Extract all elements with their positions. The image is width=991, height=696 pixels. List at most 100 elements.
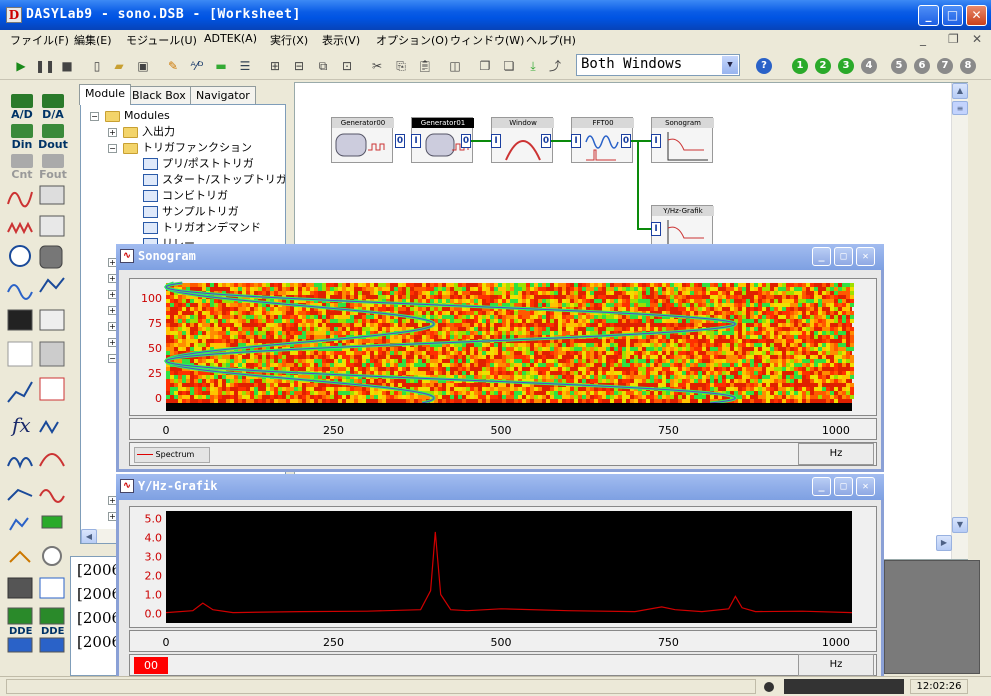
maximize-button[interactable]: □ bbox=[942, 5, 963, 26]
sonogram-minimize-button[interactable]: _ bbox=[812, 247, 831, 266]
tree-item[interactable]: サンプルトリガ bbox=[143, 204, 239, 220]
yhz-maximize-button[interactable]: □ bbox=[834, 477, 853, 496]
layer-3-button[interactable]: 3 bbox=[838, 58, 854, 74]
menu-adtek[interactable]: ADTEK(A) bbox=[204, 32, 257, 45]
port-in[interactable]: I bbox=[571, 134, 581, 148]
palette-dout[interactable]: Dout bbox=[38, 124, 68, 152]
app-icon[interactable]: D bbox=[6, 7, 22, 23]
help-icon[interactable]: ? bbox=[756, 58, 772, 74]
menu-view[interactable]: 表示(V) bbox=[322, 32, 360, 48]
menu-module[interactable]: モジュール(U) bbox=[126, 32, 197, 48]
paste-icon[interactable]: 📋︎ bbox=[416, 57, 434, 75]
grid-icon[interactable]: ⊡ bbox=[338, 57, 356, 75]
window-cascade-icon[interactable]: ❏ bbox=[500, 57, 518, 75]
yhz-minimize-button[interactable]: _ bbox=[812, 477, 831, 496]
palette-icons[interactable]: fx DDE DDE bbox=[6, 182, 68, 672]
layer-1-button[interactable]: 1 bbox=[792, 58, 808, 74]
stop-icon[interactable]: ■ bbox=[58, 57, 76, 75]
menu-edit[interactable]: 編集(E) bbox=[74, 32, 112, 48]
tab-navigator[interactable]: Navigator bbox=[190, 86, 256, 104]
sonogram-cell bbox=[846, 307, 850, 311]
sonogram-cell bbox=[278, 363, 282, 367]
menu-run[interactable]: 実行(X) bbox=[270, 32, 308, 48]
yhz-line-chart[interactable]: 5.04.03.02.01.00.0 bbox=[130, 507, 876, 627]
tree-collapse-toggle[interactable]: − bbox=[108, 144, 117, 153]
port-out[interactable]: 0 bbox=[621, 134, 631, 148]
mdi-restore-button[interactable]: ❐ bbox=[948, 32, 959, 46]
port-out[interactable]: 0 bbox=[395, 134, 405, 148]
play-icon[interactable]: ▶ bbox=[12, 57, 30, 75]
scroll-down-icon[interactable]: ▼ bbox=[952, 517, 968, 533]
tree-collapse-toggle[interactable]: − bbox=[90, 112, 99, 121]
hierarchy-icon[interactable]: ⊟ bbox=[290, 57, 308, 75]
tree-item[interactable]: コンビトリガ bbox=[143, 188, 228, 204]
chevron-down-icon[interactable]: ▼ bbox=[722, 56, 738, 74]
box-icon[interactable]: ◫ bbox=[446, 57, 464, 75]
menu-options[interactable]: オプション(O) bbox=[376, 32, 448, 48]
view-select[interactable]: Both Windows ▼ bbox=[576, 54, 740, 76]
cut-icon[interactable]: ✂ bbox=[368, 57, 386, 75]
port-in[interactable]: I bbox=[491, 134, 501, 148]
layer-8-button[interactable]: 8 bbox=[960, 58, 976, 74]
ad-settings-icon[interactable]: ᴬ⁄ᴰ bbox=[188, 57, 206, 75]
menu-help[interactable]: ヘルプ(H) bbox=[526, 32, 576, 48]
tree-item[interactable]: トリガファンクション bbox=[123, 140, 252, 156]
port-out[interactable]: 0 bbox=[461, 134, 471, 148]
import-icon[interactable]: ⤓ bbox=[524, 57, 542, 75]
layer-7-button[interactable]: 7 bbox=[937, 58, 953, 74]
port-in[interactable]: I bbox=[651, 222, 661, 236]
palette-counter[interactable]: Cnt bbox=[7, 154, 37, 182]
palette-ad[interactable]: A/D bbox=[7, 94, 37, 122]
scroll-left-icon[interactable]: ◀ bbox=[81, 529, 97, 543]
scroll-right-icon[interactable]: ▶ bbox=[936, 535, 952, 551]
open-folder-icon[interactable]: ▰ bbox=[110, 57, 128, 75]
palette-din[interactable]: Din bbox=[7, 124, 37, 152]
menu-window[interactable]: ウィンドウ(W) bbox=[450, 32, 524, 48]
sonogram-titlebar[interactable]: ∿ Sonogram _ □ ✕ bbox=[116, 244, 884, 270]
tree-item[interactable]: スタート/ストップトリガ bbox=[143, 172, 285, 188]
save-icon[interactable]: ▣ bbox=[134, 57, 152, 75]
yhz-close-button[interactable]: ✕ bbox=[856, 477, 875, 496]
module-generator00[interactable]: Generator00 bbox=[331, 117, 394, 163]
hardware-icon[interactable]: ▬ bbox=[212, 57, 230, 75]
tab-module[interactable]: Module bbox=[79, 84, 131, 105]
list-icon[interactable]: ☰ bbox=[236, 57, 254, 75]
layer-4-button[interactable]: 4 bbox=[861, 58, 877, 74]
port-in[interactable]: I bbox=[411, 134, 421, 148]
new-file-icon[interactable]: ▯ bbox=[88, 57, 106, 75]
port-in[interactable]: I bbox=[651, 134, 661, 148]
port-out[interactable]: 0 bbox=[541, 134, 551, 148]
palette-fout[interactable]: Fout bbox=[38, 154, 68, 182]
tab-black-box[interactable]: Black Box bbox=[126, 86, 192, 104]
mdi-minimize-button[interactable]: _ bbox=[920, 32, 926, 46]
export-icon[interactable]: ⤴ bbox=[546, 57, 564, 75]
sonogram-cell bbox=[242, 379, 246, 383]
sonogram-heatmap[interactable]: 0255075100 bbox=[130, 279, 876, 415]
tree-icon[interactable]: ⊞ bbox=[266, 57, 284, 75]
window-tile-icon[interactable]: ❐ bbox=[476, 57, 494, 75]
tree-root[interactable]: Modules bbox=[105, 108, 170, 124]
layer-6-button[interactable]: 6 bbox=[914, 58, 930, 74]
copy-icon[interactable]: ⎘ bbox=[392, 57, 410, 75]
tree-expand-toggle[interactable]: + bbox=[108, 128, 117, 137]
yhz-titlebar[interactable]: ∿ Y/Hz-Grafik _ □ ✕ bbox=[116, 474, 884, 500]
sonogram-close-button[interactable]: ✕ bbox=[856, 247, 875, 266]
sonogram-maximize-button[interactable]: □ bbox=[834, 247, 853, 266]
layer-5-button[interactable]: 5 bbox=[891, 58, 907, 74]
blocks-icon[interactable]: ⧉ bbox=[314, 57, 332, 75]
worksheet-vscrollbar[interactable]: ▲ ≡ ▼ ▶ bbox=[936, 83, 968, 559]
menu-file[interactable]: ファイル(F) bbox=[10, 32, 69, 48]
tree-item[interactable]: トリガオンデマンド bbox=[143, 220, 261, 236]
layer-2-button[interactable]: 2 bbox=[815, 58, 831, 74]
tree-item[interactable]: プリ/ポストトリガ bbox=[143, 156, 254, 172]
tree-item[interactable]: 入出力 bbox=[123, 124, 175, 140]
palette-da[interactable]: D/A bbox=[38, 94, 68, 122]
close-button[interactable]: ✕ bbox=[966, 5, 987, 26]
wrench-icon[interactable]: ✎ bbox=[164, 57, 182, 75]
minimize-button[interactable]: _ bbox=[918, 5, 939, 26]
pause-icon[interactable]: ❚❚ bbox=[35, 57, 55, 75]
scroll-up-icon[interactable]: ▲ bbox=[952, 83, 968, 99]
sonogram-cell bbox=[622, 391, 626, 395]
mdi-close-button[interactable]: ✕ bbox=[972, 32, 982, 46]
scroll-thumb[interactable]: ≡ bbox=[952, 101, 968, 115]
